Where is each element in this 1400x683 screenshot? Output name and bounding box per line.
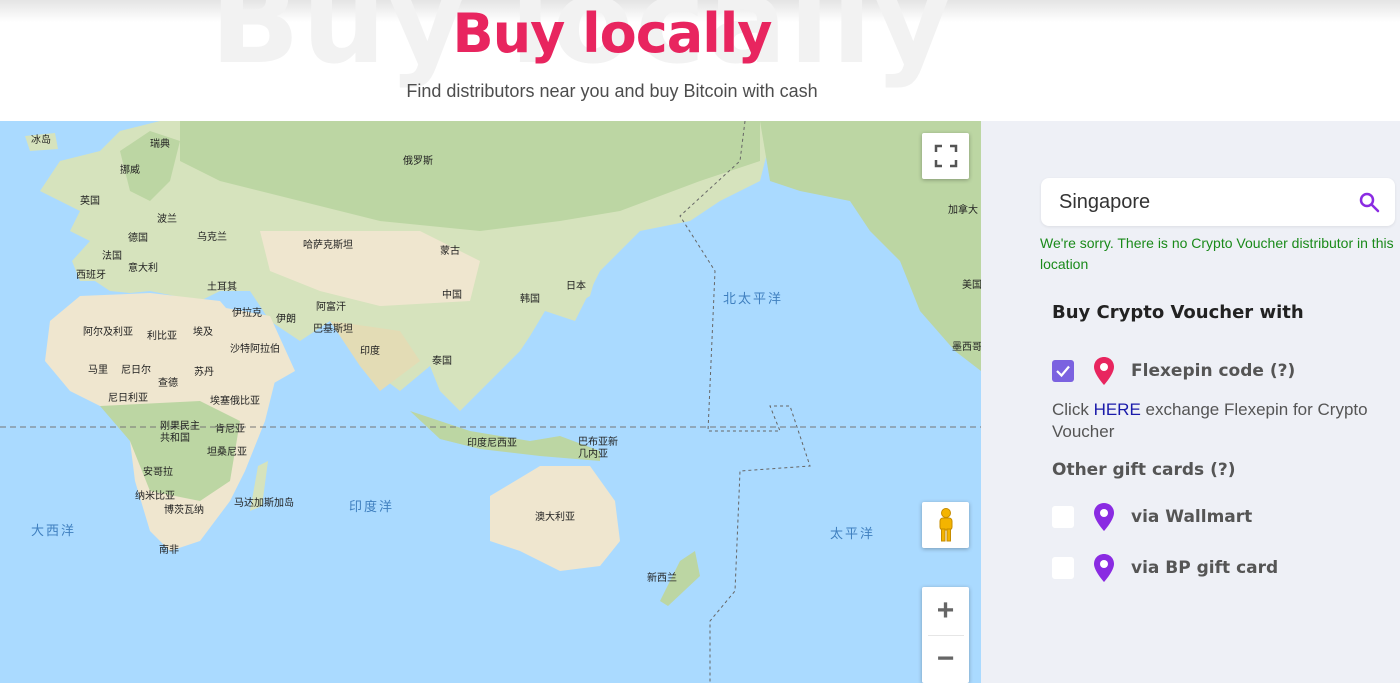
filter-panel: We're sorry. There is no Crypto Voucher … xyxy=(981,121,1400,683)
ocean-label: 北太平洋 xyxy=(723,292,784,307)
map-label: 巴布亚新几内亚 xyxy=(578,437,618,460)
pegman-icon xyxy=(939,508,952,542)
map-label: 澳大利亚 xyxy=(535,512,575,523)
no-distributor-message: We're sorry. There is no Crypto Voucher … xyxy=(1040,235,1394,272)
flexepin-note: Click HERE exchange Flexepin for Crypto … xyxy=(1052,399,1392,443)
map-label: 苏丹 xyxy=(194,367,214,378)
map-label: 安哥拉 xyxy=(143,467,173,478)
location-pin-icon xyxy=(1094,554,1114,582)
note-prefix: Click xyxy=(1052,400,1094,419)
map-label: 新西兰 xyxy=(647,573,677,584)
map-label: 挪威 xyxy=(120,165,140,176)
map-label: 阿富汗 xyxy=(316,302,346,313)
map-label: 冰岛 xyxy=(31,135,51,146)
location-search xyxy=(1041,178,1395,226)
search-input[interactable] xyxy=(1041,178,1359,226)
map-label: 瑞典 xyxy=(150,139,170,150)
location-pin-icon xyxy=(1094,357,1114,385)
fullscreen-icon xyxy=(934,144,957,168)
map-label: 哈萨克斯坦 xyxy=(303,240,353,251)
map-label: 利比亚 xyxy=(147,331,177,342)
map-label: 乌克兰 xyxy=(197,232,227,243)
map-label: 纳米比亚 xyxy=(135,491,175,502)
map-label: 蒙古 xyxy=(440,246,460,257)
map-label: 博茨瓦纳 xyxy=(164,505,204,516)
wallmart-checkbox[interactable] xyxy=(1052,506,1074,528)
wallmart-label[interactable]: via Wallmart xyxy=(1131,507,1252,527)
map-label: 波兰 xyxy=(157,214,177,225)
map-label: 土耳其 xyxy=(207,282,237,293)
map-label: 埃塞俄比亚 xyxy=(210,396,260,407)
fullscreen-button[interactable] xyxy=(922,133,969,179)
page-title: Buy locally xyxy=(452,2,773,65)
map-label: 加拿大 xyxy=(948,205,978,216)
option-wallmart[interactable]: via Wallmart xyxy=(1052,502,1252,532)
page-subtitle: Find distributors near you and buy Bitco… xyxy=(406,81,818,101)
other-gift-cards-heading[interactable]: Other gift cards (?) xyxy=(1052,460,1236,480)
map-label: 肯尼亚 xyxy=(215,424,245,435)
zoom-control: + − xyxy=(922,587,969,683)
map-label: 印度尼西亚 xyxy=(467,438,517,449)
map-label: 法国 xyxy=(102,251,122,262)
map-label: 阿尔及利亚 xyxy=(83,327,133,338)
here-link[interactable]: HERE xyxy=(1094,400,1141,419)
bp-checkbox[interactable] xyxy=(1052,557,1074,579)
map-label: 日本 xyxy=(566,281,586,292)
map-label: 印度 xyxy=(360,346,380,357)
map-label: 埃及 xyxy=(193,327,213,338)
ocean-label: 太平洋 xyxy=(830,527,876,542)
search-icon[interactable] xyxy=(1357,190,1381,214)
checkmark-icon xyxy=(1056,365,1070,378)
buy-with-heading: Buy Crypto Voucher with xyxy=(1052,302,1304,323)
map-label: 马达加斯加岛 xyxy=(234,498,294,509)
zoom-out-button[interactable]: − xyxy=(922,636,969,683)
map-label: 德国 xyxy=(128,233,148,244)
street-view-button[interactable] xyxy=(922,502,969,548)
map-label: 中国 xyxy=(442,290,462,301)
location-pin-icon xyxy=(1094,503,1114,531)
ocean-label: 印度洋 xyxy=(349,500,395,515)
map-label: 英国 xyxy=(80,196,100,207)
map-label: 南非 xyxy=(159,545,179,556)
map-label: 沙特阿拉伯 xyxy=(230,344,280,355)
map-label: 尼日尔 xyxy=(121,365,151,376)
map-label: 墨西哥 xyxy=(952,342,981,353)
map-label: 泰国 xyxy=(432,356,452,367)
map-label: 美国 xyxy=(962,280,981,291)
map-label: 意大利 xyxy=(128,263,158,274)
map-label: 俄罗斯 xyxy=(403,156,433,167)
flexepin-checkbox[interactable] xyxy=(1052,360,1074,382)
flexepin-label[interactable]: Flexepin code (?) xyxy=(1131,361,1295,381)
zoom-in-button[interactable]: + xyxy=(922,588,969,635)
option-bp[interactable]: via BP gift card xyxy=(1052,553,1278,583)
option-flexepin[interactable]: Flexepin code (?) xyxy=(1052,356,1295,386)
map-label: 伊拉克 xyxy=(232,308,262,319)
map-label: 韩国 xyxy=(520,294,540,305)
map-label: 伊朗 xyxy=(276,314,296,325)
map[interactable]: 冰岛 瑞典 挪威 俄罗斯 英国 波兰 德国 乌克兰 法国 意大利 西班牙 哈萨克… xyxy=(0,121,981,683)
ocean-label: 大西洋 xyxy=(31,524,77,539)
map-label: 西班牙 xyxy=(76,270,106,281)
map-label: 马里 xyxy=(88,365,108,376)
map-label: 查德 xyxy=(158,378,178,389)
map-label: 坦桑尼亚 xyxy=(207,447,247,458)
map-label: 刚果民主共和国 xyxy=(160,421,200,444)
map-label: 巴基斯坦 xyxy=(313,324,353,335)
bp-label[interactable]: via BP gift card xyxy=(1131,558,1278,578)
map-label: 尼日利亚 xyxy=(108,393,148,404)
